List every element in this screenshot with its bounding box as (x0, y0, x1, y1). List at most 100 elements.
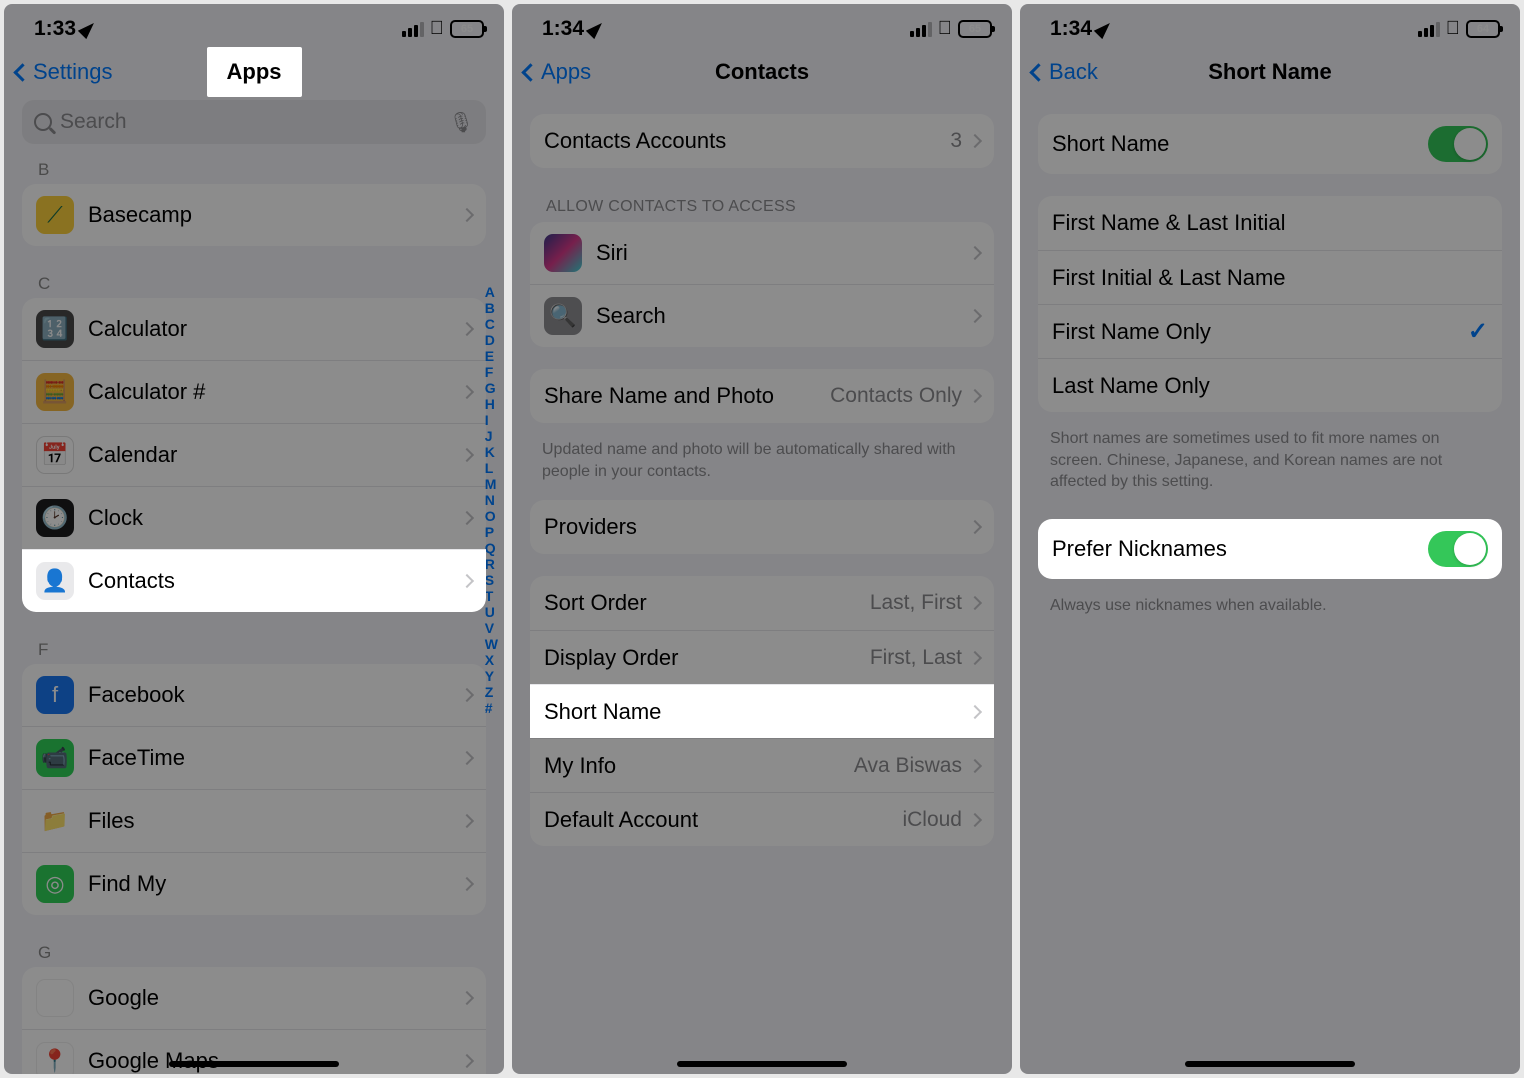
chevron-right-icon (460, 322, 474, 336)
section-header-c: C (4, 268, 504, 298)
page-title: Short Name (1020, 59, 1520, 85)
app-row-googlemaps[interactable]: 📍 Google Maps (22, 1029, 486, 1074)
location-icon (1094, 19, 1114, 39)
app-row-facebook[interactable]: f Facebook (22, 664, 486, 726)
chevron-right-icon (968, 520, 982, 534)
chevron-right-icon (460, 814, 474, 828)
row-shortname-toggle[interactable]: Short Name (1038, 114, 1502, 174)
chevron-right-icon (968, 813, 982, 827)
row-label: Contacts Accounts (544, 128, 950, 154)
facebook-icon: f (36, 676, 74, 714)
row-label: Default Account (544, 807, 902, 833)
app-row-contacts[interactable]: 👤 Contacts (22, 549, 486, 612)
chevron-right-icon (460, 208, 474, 222)
app-row-calculator-hash[interactable]: 🧮 Calculator # (22, 360, 486, 423)
chevron-right-icon (968, 705, 982, 719)
home-indicator[interactable] (1185, 1061, 1355, 1067)
nav-header: Back Short Name (1020, 48, 1520, 96)
clock-icon: 🕑 (36, 499, 74, 537)
battery-icon: 65 (958, 20, 992, 38)
chevron-right-icon (968, 389, 982, 403)
nav-header: Settings Apps (4, 48, 504, 96)
row-short-name[interactable]: Short Name (530, 684, 994, 738)
option-label: First Name & Last Initial (1052, 210, 1488, 236)
option-0[interactable]: First Name & Last Initial (1038, 196, 1502, 250)
app-row-facetime[interactable]: 📹 FaceTime (22, 726, 486, 789)
row-display-order[interactable]: Display Order First, Last (530, 630, 994, 684)
row-siri[interactable]: Siri (530, 222, 994, 284)
option-1[interactable]: First Initial & Last Name (1038, 250, 1502, 304)
chevron-right-icon (968, 246, 982, 260)
status-time: 1:33 (34, 17, 76, 41)
row-providers[interactable]: Providers (530, 500, 994, 554)
chevron-right-icon (460, 991, 474, 1005)
shortname-toggle[interactable] (1428, 126, 1488, 162)
app-row-findmy[interactable]: ◎ Find My (22, 852, 486, 915)
signal-icon (1418, 22, 1440, 37)
option-3[interactable]: Last Name Only (1038, 358, 1502, 412)
row-prefer-nicknames[interactable]: Prefer Nicknames (1038, 519, 1502, 579)
app-row-files[interactable]: 📁 Files (22, 789, 486, 852)
row-detail: Last, First (870, 591, 962, 615)
row-detail: Contacts Only (830, 384, 962, 408)
chevron-right-icon (968, 759, 982, 773)
chevron-right-icon (460, 751, 474, 765)
search-app-icon: 🔍 (544, 297, 582, 335)
chevron-right-icon (968, 309, 982, 323)
signal-icon (910, 22, 932, 37)
home-indicator[interactable] (677, 1061, 847, 1067)
check-icon: ✓ (1468, 317, 1488, 346)
row-label: Calculator (88, 316, 462, 342)
search-placeholder: Search (60, 110, 127, 134)
chevron-right-icon (460, 574, 474, 588)
app-row-calendar[interactable]: 📅 Calendar (22, 423, 486, 486)
chevron-right-icon (460, 1054, 474, 1068)
app-row-calculator[interactable]: 🔢 Calculator (22, 298, 486, 360)
status-time: 1:34 (1050, 17, 1092, 41)
mic-icon[interactable]: 🎙 (449, 110, 474, 135)
row-search[interactable]: 🔍 Search (530, 284, 994, 347)
battery-icon: 64 (1466, 20, 1500, 38)
row-sort-order[interactable]: Sort Order Last, First (530, 576, 994, 630)
row-label: Calendar (88, 442, 462, 468)
search-input[interactable]: Search 🎙 (22, 100, 486, 144)
row-default-account[interactable]: Default Account iCloud (530, 792, 994, 846)
status-time: 1:34 (542, 17, 584, 41)
row-contacts-accounts[interactable]: Contacts Accounts 3 (530, 114, 994, 168)
option-label: First Initial & Last Name (1052, 265, 1488, 291)
location-icon (78, 19, 98, 39)
row-label: Files (88, 808, 462, 834)
section-header-g: G (4, 937, 504, 967)
googlemaps-icon: 📍 (36, 1042, 74, 1074)
chevron-right-icon (460, 688, 474, 702)
row-my-info[interactable]: My Info Ava Biswas (530, 738, 994, 792)
row-label: Contacts (88, 568, 462, 594)
row-detail: 3 (950, 129, 962, 153)
home-indicator[interactable] (169, 1061, 339, 1067)
status-bar: 1:34 􀙇 65 (512, 4, 1012, 48)
row-detail: Ava Biswas (854, 754, 962, 778)
battery-icon: 65 (450, 20, 484, 38)
prefer-nicknames-toggle[interactable] (1428, 531, 1488, 567)
share-footer: Updated name and photo will be automatic… (512, 431, 1012, 490)
row-label: My Info (544, 753, 854, 779)
row-label: Google (88, 985, 462, 1011)
row-label: Search (596, 303, 970, 329)
row-label: Sort Order (544, 590, 870, 616)
app-row-clock[interactable]: 🕑 Clock (22, 486, 486, 549)
row-label: Short Name (1052, 131, 1428, 157)
status-bar: 1:34 􀙇 64 (1020, 4, 1520, 48)
app-row-google[interactable]: G Google (22, 967, 486, 1029)
row-detail: First, Last (870, 646, 962, 670)
wifi-icon: 􀙇 (430, 18, 444, 40)
option-label: First Name Only (1052, 319, 1468, 345)
chevron-right-icon (460, 448, 474, 462)
app-row-basecamp[interactable]: ⟋ Basecamp (22, 184, 486, 246)
row-label: Calculator # (88, 379, 462, 405)
row-label: Display Order (544, 645, 870, 671)
chevron-right-icon (968, 651, 982, 665)
alphabet-index[interactable]: ABCDEFGHIJKLMNOPQRSTUVWXYZ# (485, 284, 498, 716)
row-label: Basecamp (88, 202, 462, 228)
row-share-name-photo[interactable]: Share Name and Photo Contacts Only (530, 369, 994, 423)
option-2[interactable]: First Name Only✓ (1038, 304, 1502, 358)
